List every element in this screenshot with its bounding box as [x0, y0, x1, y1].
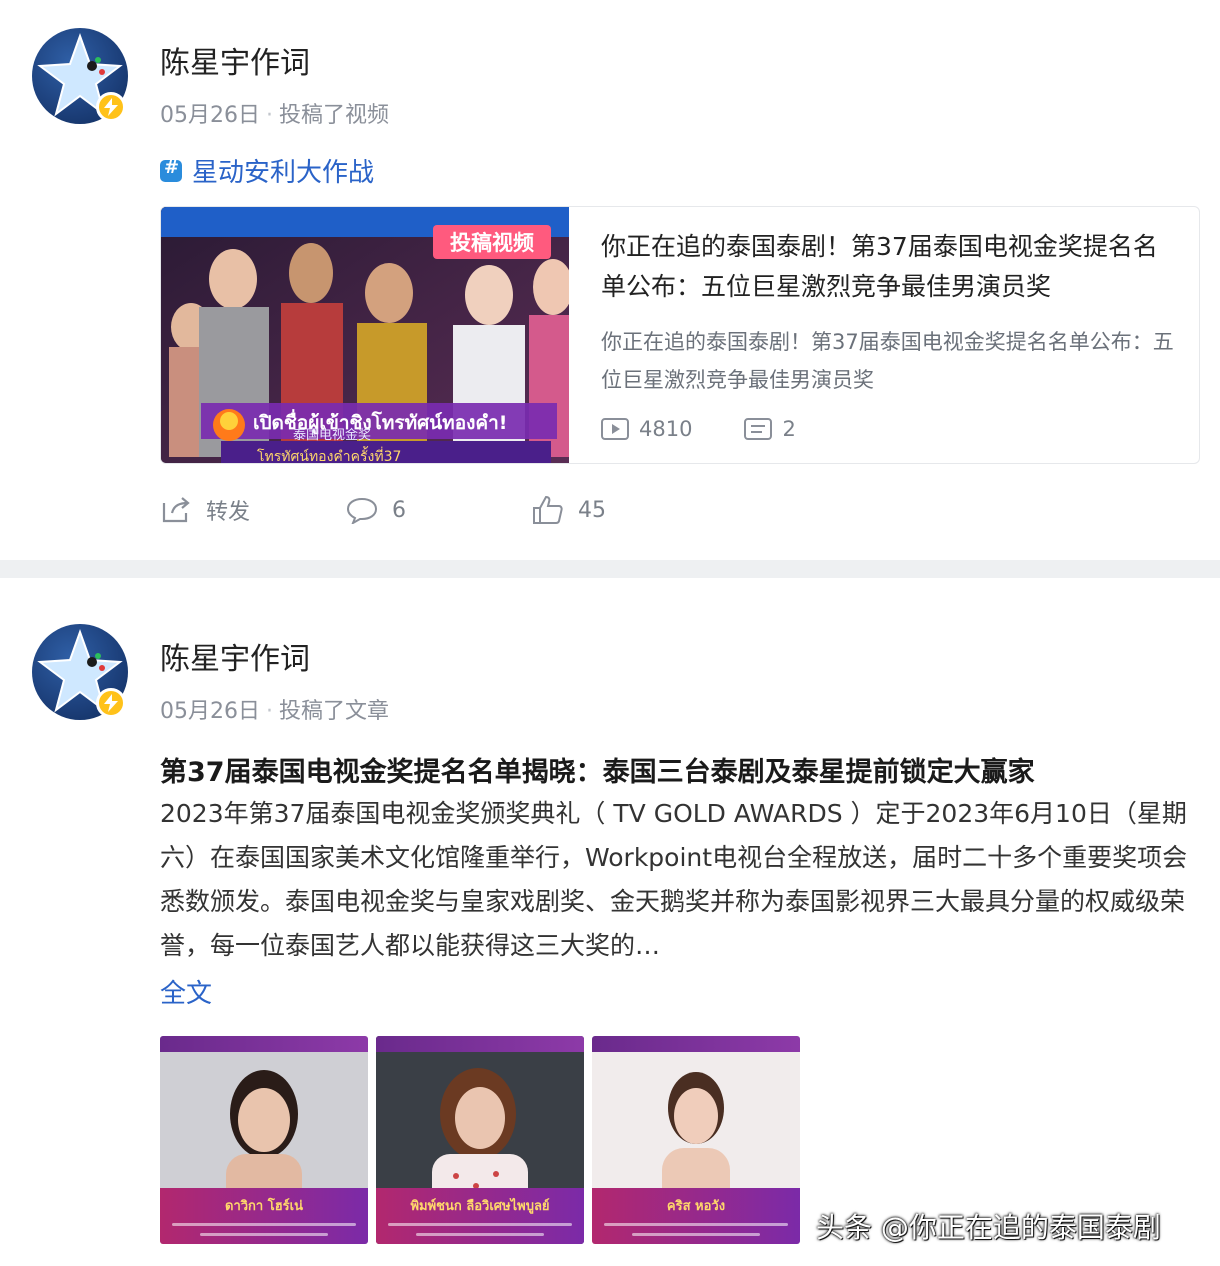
source-watermark: 头条 @你正在追的泰国泰剧	[816, 1211, 1161, 1244]
caption-line	[604, 1223, 788, 1226]
post-action: 投稿了文章	[279, 699, 390, 724]
play-count-value: 4810	[639, 417, 693, 441]
topic-label: 星动安利大作战	[192, 158, 375, 188]
photo-thumbnail[interactable]: ดาวิกา โฮร์เน่	[160, 1036, 368, 1244]
video-card[interactable]: 投稿视频 เปิดชื่อผู้เข้าชิงโทรทัศน์ทองคำ! 泰国…	[160, 206, 1200, 464]
video-title[interactable]: 你正在追的泰国泰剧！第37届泰国电视金奖提名名单公布：五位巨星激烈竞争最佳男演员…	[601, 227, 1181, 307]
play-icon	[601, 418, 629, 440]
verified-badge-icon	[96, 92, 126, 122]
comment-count: 6	[392, 497, 406, 523]
comment-button[interactable]: 6	[346, 496, 532, 524]
photo-thumbnail[interactable]: พิมพ์ชนก ลือวิเศษไพบูลย์	[376, 1036, 584, 1244]
post-meta: 05月26日 · 投稿了视频	[160, 97, 389, 129]
photo-caption: ดาวิกา โฮร์เน่	[225, 1199, 303, 1214]
photo-caption: พิมพ์ชนก ลือวิเศษไพบูลย์	[410, 1199, 550, 1214]
video-description: 你正在追的泰国泰剧！第37届泰国电视金奖提名名单公布：五位巨星激烈竞争最佳男演员…	[601, 330, 1174, 392]
thumb-caption: เปิดชื่อผู้เข้าชิงโทรทัศน์ทองคำ!	[253, 409, 507, 435]
video-thumbnail[interactable]: 投稿视频 เปิดชื่อผู้เข้าชิงโทรทัศน์ทองคำ! 泰国…	[161, 207, 569, 464]
comment-icon	[346, 497, 378, 524]
meta-separator: ·	[266, 699, 273, 724]
card-comment-count: 2	[744, 417, 796, 441]
thumbs-up-icon	[533, 495, 563, 524]
danmaku-icon	[744, 418, 773, 440]
post-divider	[0, 560, 1220, 578]
photo-grid: ดาวิกา โฮร์เน่ พิมพ์ชนก ลือวิเศษไพบูลย์	[160, 1036, 808, 1244]
hashtag-icon	[160, 157, 182, 182]
video-post: 陈星宇作词 05月26日·投稿了视频 星动安利大作战	[0, 0, 1220, 560]
caption-line	[416, 1233, 544, 1236]
caption-line	[200, 1233, 328, 1236]
thumbnail-image: 投稿视频 เปิดชื่อผู้เข้าชิงโทรทัศน์ทองคำ! 泰国…	[161, 207, 569, 464]
photo-caption: คริส หอวัง	[666, 1199, 726, 1214]
photo-top-band	[592, 1036, 800, 1052]
caption-line	[172, 1223, 356, 1226]
username[interactable]: 陈星宇作词	[160, 634, 310, 678]
topic-link[interactable]: 星动安利大作战	[160, 152, 374, 189]
verified-badge-icon	[96, 688, 126, 718]
post-date: 05月26日	[160, 103, 260, 128]
play-count: 4810	[601, 417, 692, 441]
caption-line	[632, 1233, 760, 1236]
caption-line	[388, 1223, 572, 1226]
article-post: 陈星宇作词 05月26日 · 投稿了文章 第37届泰国电视金奖提名名单揭晓：泰国三台…	[0, 578, 1220, 1266]
full-text-link[interactable]: 全文	[160, 973, 212, 1010]
article-title[interactable]: 第37届泰国电视金奖提名名单揭晓：泰国三台泰剧及泰星提前锁定大赢家	[160, 750, 1035, 789]
share-icon	[162, 497, 190, 523]
video-stats: 4810 2	[601, 417, 848, 441]
meta-separator: ·	[266, 103, 273, 128]
post-action: 投稿了视频	[279, 103, 390, 128]
repost-label: 转发	[206, 500, 251, 525]
like-button[interactable]: 45	[532, 495, 606, 525]
photo-top-band	[160, 1036, 368, 1052]
repost-button[interactable]: 转发	[160, 494, 346, 526]
like-count: 45	[578, 497, 606, 523]
thumb-subcaption: 泰国电视金奖	[293, 427, 371, 443]
photo-top-band	[376, 1036, 584, 1052]
photo-thumbnail[interactable]: คริส หอวัง	[592, 1036, 800, 1244]
post-meta: 05月26日 · 投稿了文章	[160, 693, 389, 725]
post-date: 05月26日	[160, 699, 260, 724]
post-actions: 转发 6 45	[160, 494, 606, 526]
card-comment-value: 2	[782, 417, 796, 441]
thumb-subcaption-2: โทรทัศน์ทองคำครั้งที่37	[257, 446, 401, 464]
username[interactable]: 陈星宇作词	[160, 38, 310, 82]
thumb-badge: 投稿视频	[450, 231, 534, 255]
article-excerpt: 2023年第37届泰国电视金奖颁奖典礼（ TV GOLD AWARDS ）定于2…	[160, 799, 1188, 960]
